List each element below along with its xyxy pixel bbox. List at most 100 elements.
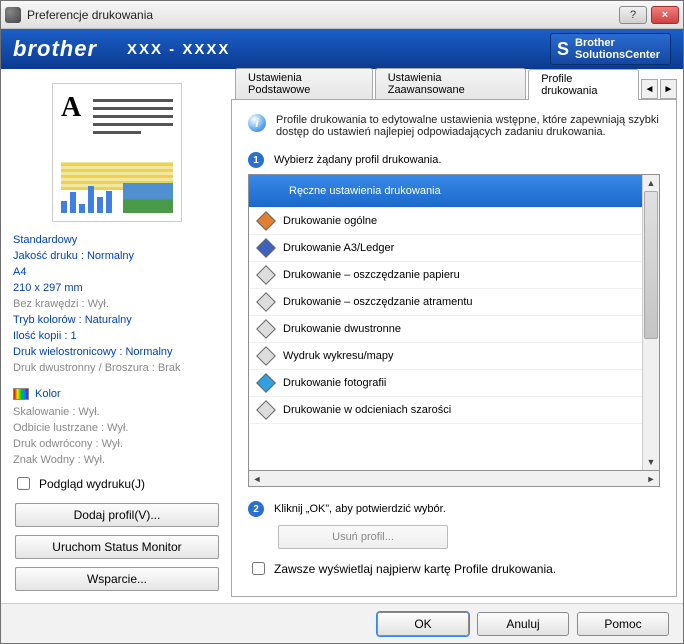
- window-title: Preferencje drukowania: [27, 8, 615, 22]
- prop-mode: Standardowy: [13, 232, 221, 248]
- info-text: Profile drukowania to edytowalne ustawie…: [276, 114, 660, 138]
- profile-icon: [256, 346, 276, 366]
- profile-label: Drukowanie ogólne: [283, 215, 377, 227]
- left-panel: A Standardowy Jakość druku : Normalny A4…: [7, 75, 227, 597]
- prop-copies: Ilość kopii : 1: [13, 328, 221, 344]
- right-panel: Ustawienia Podstawowe Ustawienia Zaawans…: [231, 75, 677, 597]
- tab-profiles[interactable]: Profile drukowania: [528, 69, 639, 100]
- scroll-up-icon[interactable]: ▲: [643, 175, 659, 191]
- delete-profile-button[interactable]: Usuń profil...: [278, 525, 448, 549]
- settings-summary: Standardowy Jakość druku : Normalny A4 2…: [13, 232, 221, 376]
- always-show-checkbox[interactable]: [252, 562, 265, 575]
- prop-colormode: Tryb kolorów : Naturalny: [13, 312, 221, 328]
- scroll-down-icon[interactable]: ▼: [643, 454, 659, 470]
- page-preview: A: [52, 83, 182, 222]
- profile-label: Drukowanie w odcieniach szarości: [283, 404, 451, 416]
- profile-icon: [256, 373, 276, 393]
- help-button[interactable]: ?: [619, 6, 647, 24]
- vertical-scrollbar[interactable]: ▲ ▼: [642, 175, 659, 470]
- print-preferences-window: Preferencje drukowania ? × brother XXX -…: [0, 0, 684, 644]
- sc-line1: Brother: [575, 37, 615, 49]
- preview-checkbox-row[interactable]: Podgląd wydruku(J): [13, 474, 221, 493]
- info-row: i Profile drukowania to edytowalne ustaw…: [248, 114, 660, 138]
- cancel-button[interactable]: Anuluj: [477, 612, 569, 636]
- support-button[interactable]: Wsparcie...: [15, 567, 219, 591]
- profile-label: Drukowanie dwustronne: [283, 323, 401, 335]
- step1-text: Wybierz żądany profil drukowania.: [274, 154, 441, 166]
- body: A Standardowy Jakość druku : Normalny A4…: [1, 69, 683, 603]
- profile-item[interactable]: Drukowanie dwustronne: [249, 316, 642, 343]
- tab-advanced[interactable]: Ustawienia Zaawansowane: [375, 68, 526, 99]
- profile-item[interactable]: Drukowanie A3/Ledger: [249, 235, 642, 262]
- color-swatch-icon: [13, 388, 29, 400]
- profile-item[interactable]: Drukowanie – oszczędzanie atramentu: [249, 289, 642, 316]
- solutions-center-icon: S: [557, 39, 569, 60]
- step2-text: Kliknij „OK”, aby potwierdzić wybór.: [274, 503, 446, 515]
- hscroll-left-icon[interactable]: ◄: [249, 471, 265, 486]
- profile-icon: [256, 292, 276, 312]
- brand-bar: brother XXX - XXXX S Brother SolutionsCe…: [1, 29, 683, 69]
- profile-item[interactable]: Drukowanie – oszczędzanie papieru: [249, 262, 642, 289]
- profile-icon: [259, 181, 279, 201]
- prop-borderless: Bez krawędzi : Wył.: [13, 296, 221, 312]
- profile-icon: [256, 400, 276, 420]
- dialog-footer: OK Anuluj Pomoc: [1, 603, 683, 643]
- tab-basic[interactable]: Ustawienia Podstawowe: [235, 68, 373, 99]
- step1-row: 1 Wybierz żądany profil drukowania.: [248, 152, 660, 168]
- step1-badge: 1: [248, 152, 264, 168]
- tab-nav-right-icon[interactable]: ►: [660, 79, 677, 99]
- preview-checkbox-label: Podgląd wydruku(J): [39, 477, 145, 491]
- profile-label: Drukowanie – oszczędzanie atramentu: [283, 296, 473, 308]
- always-show-checkbox-row[interactable]: Zawsze wyświetlaj najpierw kartę Profile…: [248, 559, 660, 578]
- sc-line2: SolutionsCenter: [575, 49, 660, 61]
- color-label: Kolor: [35, 388, 61, 400]
- profile-list-scroll[interactable]: Ręczne ustawienia drukowania Drukowanie o…: [249, 175, 642, 470]
- tab-content: i Profile drukowania to edytowalne ustaw…: [231, 99, 677, 597]
- tab-nav-left-icon[interactable]: ◄: [641, 79, 658, 99]
- solutions-center-button[interactable]: S Brother SolutionsCenter: [550, 33, 671, 65]
- brand-logo: brother: [13, 36, 97, 62]
- titlebar[interactable]: Preferencje drukowania ? ×: [1, 1, 683, 29]
- horizontal-scrollbar[interactable]: ◄ ►: [248, 471, 660, 487]
- profile-label: Ręczne ustawienia drukowania: [289, 185, 441, 197]
- ext-watermark: Znak Wodny : Wył.: [13, 452, 221, 468]
- profile-label: Drukowanie A3/Ledger: [283, 242, 394, 254]
- profile-item[interactable]: Ręczne ustawienia drukowania: [249, 175, 642, 208]
- tabstrip: Ustawienia Podstawowe Ustawienia Zaawans…: [231, 75, 677, 99]
- profile-icon: [256, 211, 276, 231]
- prop-paper: A4: [13, 264, 221, 280]
- profile-label: Wydruk wykresu/mapy: [283, 350, 394, 362]
- profile-label: Drukowanie – oszczędzanie papieru: [283, 269, 460, 281]
- close-button[interactable]: ×: [651, 6, 679, 24]
- hscroll-right-icon[interactable]: ►: [643, 471, 659, 486]
- app-icon: [5, 7, 21, 23]
- profile-icon: [256, 238, 276, 258]
- status-monitor-button[interactable]: Uruchom Status Monitor: [15, 535, 219, 559]
- scroll-thumb[interactable]: [644, 191, 658, 339]
- profile-label: Drukowanie fotografii: [283, 377, 386, 389]
- profile-item[interactable]: Drukowanie fotografii: [249, 370, 642, 397]
- profile-item[interactable]: Drukowanie w odcieniach szarości: [249, 397, 642, 424]
- help-button-footer[interactable]: Pomoc: [577, 612, 669, 636]
- prop-quality: Jakość druku : Normalny: [13, 248, 221, 264]
- prop-duplex: Druk dwustronny / Broszura : Brak: [13, 360, 221, 376]
- always-show-label: Zawsze wyświetlaj najpierw kartę Profile…: [274, 562, 556, 576]
- prop-multipage: Druk wielostronicowy : Normalny: [13, 344, 221, 360]
- preview-checkbox[interactable]: [17, 477, 30, 490]
- profile-icon: [256, 265, 276, 285]
- ext-reverse: Druk odwrócony : Wył.: [13, 436, 221, 452]
- profile-listbox[interactable]: Ręczne ustawienia drukowania Drukowanie o…: [248, 174, 660, 471]
- ext-mirror: Odbicie lustrzane : Wył.: [13, 420, 221, 436]
- profile-icon: [256, 319, 276, 339]
- step2-badge: 2: [248, 501, 264, 517]
- step2-row: 2 Kliknij „OK”, aby potwierdzić wybór.: [248, 501, 660, 517]
- prop-size: 210 x 297 mm: [13, 280, 221, 296]
- info-icon: i: [248, 114, 266, 132]
- color-row: Kolor: [13, 386, 221, 402]
- model-name: XXX - XXXX: [127, 41, 230, 58]
- profile-item[interactable]: Wydruk wykresu/mapy: [249, 343, 642, 370]
- profile-item[interactable]: Drukowanie ogólne: [249, 208, 642, 235]
- add-profile-button[interactable]: Dodaj profil(V)...: [15, 503, 219, 527]
- ext-scaling: Skalowanie : Wył.: [13, 404, 221, 420]
- ok-button[interactable]: OK: [377, 612, 469, 636]
